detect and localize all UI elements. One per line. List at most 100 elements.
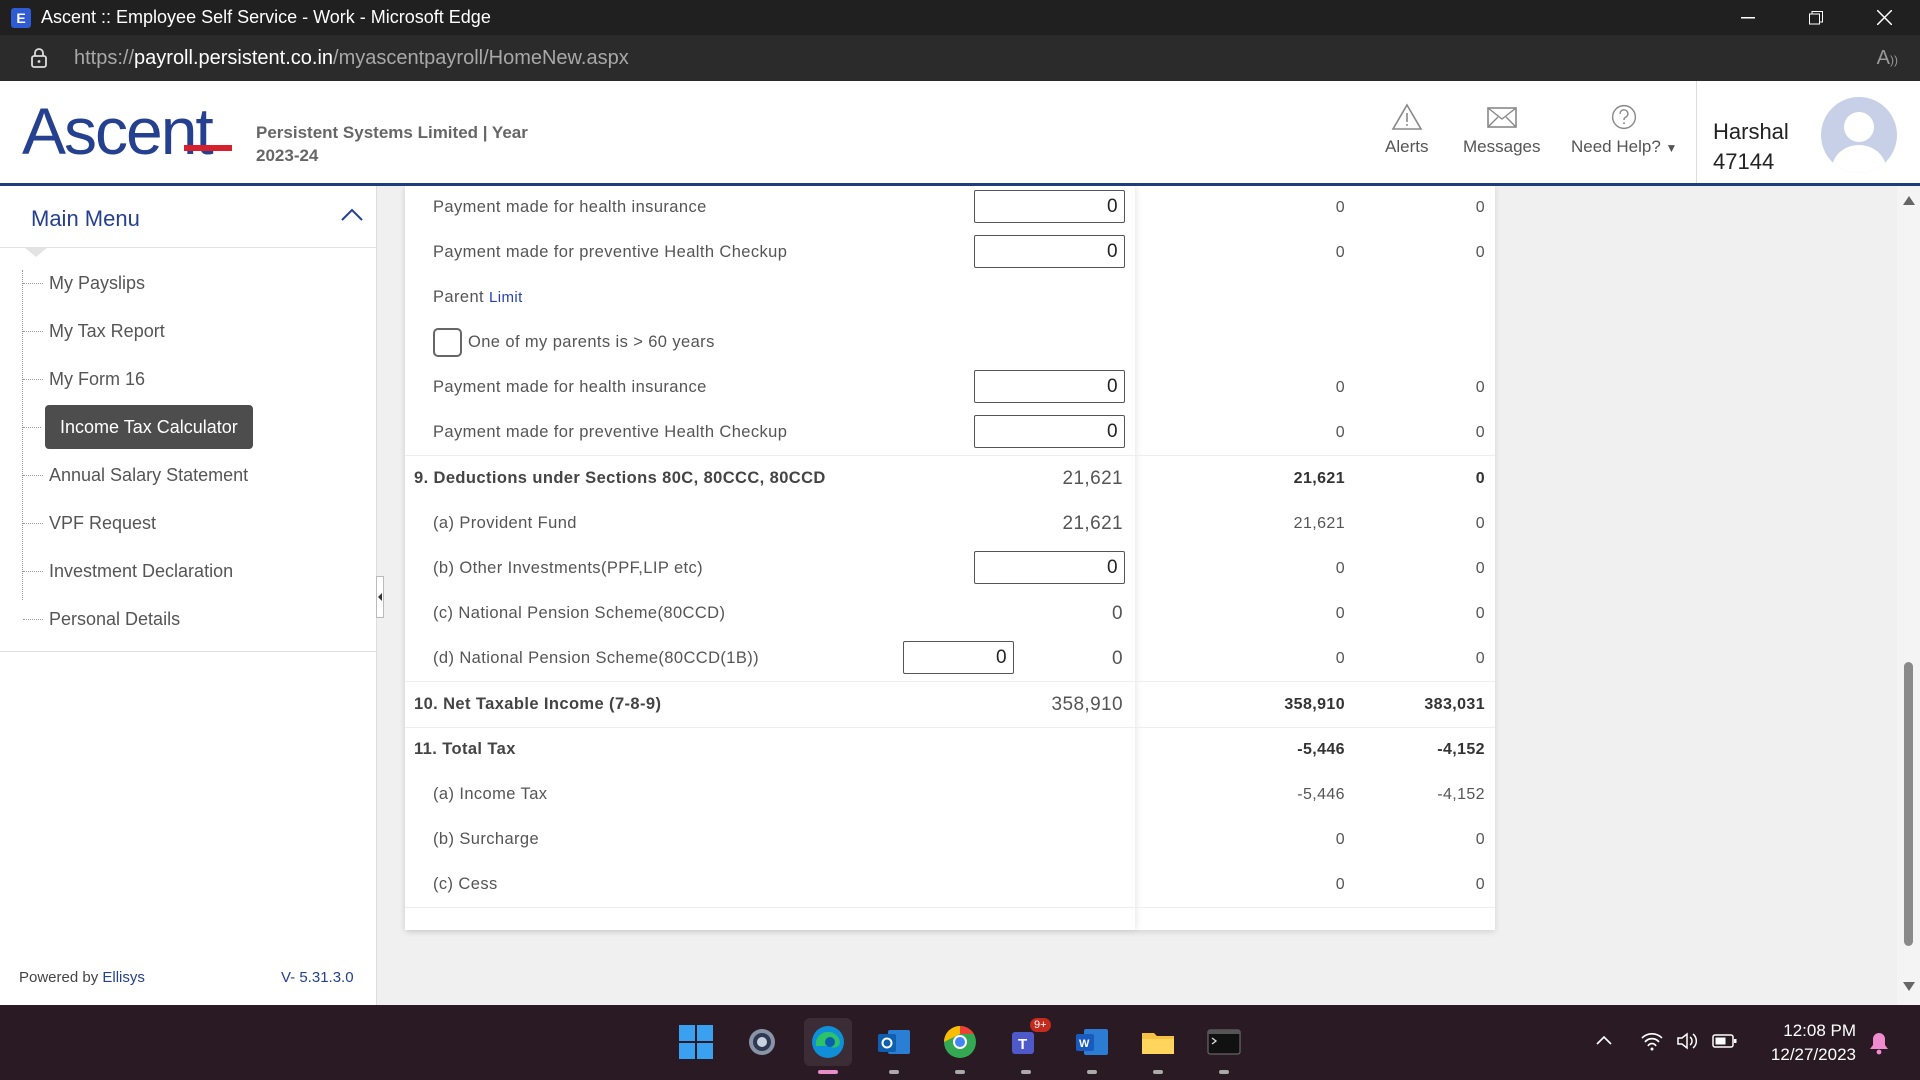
teams-badge: 9+ <box>1030 1018 1051 1032</box>
row-value-col3: 0 <box>1475 560 1485 577</box>
alerts-label: Alerts <box>1385 137 1429 156</box>
row-value-col3: 0 <box>1475 876 1485 893</box>
sidebar-item-my-form-16[interactable]: My Form 16 <box>22 364 145 394</box>
app-header: Ascent Persistent Systems Limited | Year… <box>0 81 1920 186</box>
table-row: Payment made for health insurance 0 0 0 <box>405 186 1495 231</box>
row-value-col2: 0 <box>1335 831 1345 848</box>
volume-icon[interactable] <box>1676 1031 1700 1051</box>
restore-button[interactable] <box>1782 0 1850 35</box>
system-clock[interactable]: 12:08 PM 12/27/2023 <box>1740 1019 1856 1067</box>
outlook-icon <box>878 1030 910 1054</box>
sidebar-divider <box>0 651 376 652</box>
company-info: Persistent Systems Limited | Year 2023-2… <box>256 121 528 167</box>
table-row: (c) Cess 0 0 <box>405 863 1495 908</box>
other-investments-input[interactable]: 0 <box>974 551 1125 584</box>
sidebar-item-my-tax-report[interactable]: My Tax Report <box>23 316 165 346</box>
chevron-up-icon[interactable] <box>340 208 364 222</box>
start-button[interactable] <box>672 1018 720 1066</box>
parent-label: Parent <box>433 288 485 306</box>
table-row: (b) Surcharge 0 0 <box>405 818 1495 863</box>
table-row: One of my parents is > 60 years <box>405 321 1495 366</box>
row-value-col1: 21,621 <box>1062 513 1123 534</box>
read-aloud-icon[interactable]: A)) <box>1877 47 1898 70</box>
active-indicator <box>818 1070 838 1074</box>
limit-link[interactable]: Limit <box>489 289 523 306</box>
chrome-taskbar-button[interactable] <box>936 1018 984 1074</box>
main-menu-header[interactable]: Main Menu <box>0 186 376 248</box>
sidebar-item-income-tax-calculator[interactable]: Income Tax Calculator <box>23 405 253 449</box>
running-indicator <box>889 1070 899 1074</box>
ascent-logo[interactable]: Ascent <box>22 93 214 169</box>
terminal-taskbar-button[interactable] <box>1200 1018 1248 1074</box>
row-value-col2: -5,446 <box>1297 786 1345 803</box>
sidebar-item-personal-details[interactable]: Personal Details <box>22 604 180 634</box>
outlook-taskbar-button[interactable] <box>870 1018 918 1074</box>
scroll-down-arrow-icon[interactable] <box>1903 982 1915 991</box>
close-button[interactable] <box>1850 0 1918 35</box>
parent-senior-checkbox[interactable] <box>433 328 462 357</box>
running-indicator <box>1153 1070 1163 1074</box>
financial-year: 2023-24 <box>256 146 319 165</box>
edge-app-icon: E <box>11 7 31 28</box>
window-title-bar: E Ascent :: Employee Self Service - Work… <box>0 0 1920 35</box>
company-name: Persistent Systems Limited | Year <box>256 123 528 142</box>
edge-taskbar-button[interactable] <box>804 1018 852 1074</box>
lock-icon <box>31 48 47 68</box>
alerts-button[interactable]: Alerts <box>1385 103 1428 157</box>
scroll-up-arrow-icon[interactable] <box>1903 196 1915 205</box>
sidebar-item-annual-salary-statement[interactable]: Annual Salary Statement <box>22 460 248 490</box>
caret-down-icon: ▼ <box>1665 141 1678 155</box>
settings-app-button[interactable] <box>738 1018 786 1066</box>
row-value-col2: 21,621 <box>1293 470 1345 487</box>
health-checkup-self-input[interactable]: 0 <box>974 235 1125 268</box>
logo-red-bar <box>184 145 232 151</box>
row-value-col2: 0 <box>1335 244 1345 261</box>
health-checkup-parent-input[interactable]: 0 <box>974 415 1125 448</box>
row-label: (c) Cess <box>433 875 498 893</box>
health-insurance-self-input[interactable]: 0 <box>974 190 1125 223</box>
scrollbar-thumb[interactable] <box>1904 662 1913 946</box>
avatar[interactable] <box>1821 97 1897 173</box>
notification-bell-icon[interactable] <box>1868 1031 1890 1055</box>
health-insurance-parent-input[interactable]: 0 <box>974 370 1125 403</box>
minimize-button[interactable] <box>1714 0 1782 35</box>
row-value-col2: 0 <box>1335 605 1345 622</box>
checkbox-label: One of my parents is > 60 years <box>468 333 715 351</box>
user-profile[interactable]: Harshal 47144 <box>1696 81 1920 183</box>
word-taskbar-button[interactable]: W <box>1068 1018 1116 1074</box>
sidebar-item-investment-declaration[interactable]: Investment Declaration <box>22 556 233 586</box>
table-row: (a) Income Tax -5,446 -4,152 <box>405 773 1495 818</box>
battery-icon[interactable] <box>1712 1033 1738 1049</box>
terminal-icon <box>1207 1029 1241 1055</box>
row-value-col1: 0 <box>1112 603 1123 624</box>
row-value-col2: 0 <box>1335 379 1345 396</box>
envelope-icon <box>1486 107 1517 128</box>
address-bar[interactable]: https://payroll.persistent.co.in/myascen… <box>0 35 1920 81</box>
powered-brand-link[interactable]: Ellisys <box>102 969 145 986</box>
wifi-icon[interactable] <box>1640 1031 1664 1051</box>
file-explorer-taskbar-button[interactable] <box>1134 1018 1182 1074</box>
row-value-col3: 0 <box>1475 470 1485 487</box>
vertical-scrollbar[interactable] <box>1897 186 1920 1005</box>
row-label: (b) Other Investments(PPF,LIP etc) <box>433 559 704 577</box>
messages-button[interactable]: Messages <box>1463 103 1540 157</box>
taskbar: T 9+ W 12:08 PM 12/27/2023 <box>0 1005 1920 1080</box>
main-content: Payment made for health insurance 0 0 0 … <box>385 186 1897 1005</box>
table-row: Parent Limit <box>405 276 1495 321</box>
tax-calculator-card: Payment made for health insurance 0 0 0 … <box>405 186 1495 930</box>
gear-icon <box>749 1029 775 1055</box>
url-host: payroll.persistent.co.in <box>134 46 334 69</box>
row-value-col3: 0 <box>1475 605 1485 622</box>
teams-taskbar-button[interactable]: T 9+ <box>1002 1018 1051 1074</box>
sidebar-collapse-handle[interactable] <box>376 576 384 618</box>
url-text[interactable]: https://payroll.persistent.co.in/myascen… <box>74 47 629 70</box>
nps-80ccd1b-input[interactable]: 0 <box>903 641 1014 674</box>
sidebar-item-my-payslips[interactable]: My Payslips <box>22 268 145 298</box>
sidebar-item-vpf-request[interactable]: VPF Request <box>22 508 156 538</box>
table-row: 9. Deductions under Sections 80C, 80CCC,… <box>405 457 1495 502</box>
warning-icon <box>1391 103 1423 130</box>
tray-chevron-up-icon[interactable] <box>1596 1035 1612 1045</box>
need-help-button[interactable]: Need Help? ▼ <box>1571 103 1677 157</box>
logo-text: Ascent <box>22 94 214 168</box>
powered-by: Powered by Ellisys <box>19 969 145 986</box>
